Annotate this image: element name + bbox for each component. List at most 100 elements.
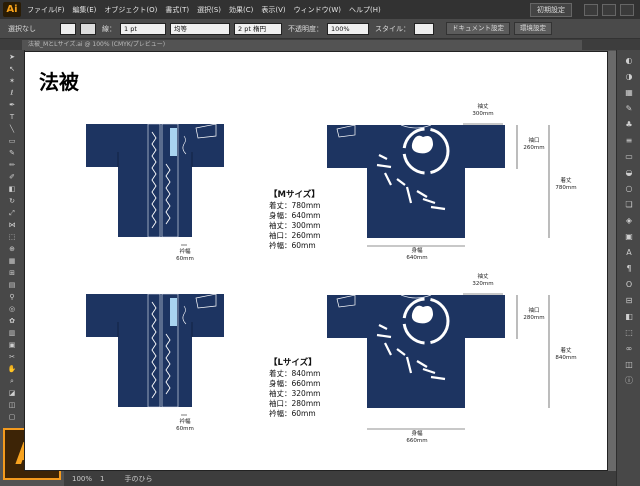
artboards-panel-icon[interactable]: ▣ — [622, 230, 636, 242]
graph-tool-icon[interactable]: ▥ — [5, 329, 19, 338]
gradient-panel-icon[interactable]: ▭ — [622, 150, 636, 162]
transform-panel-icon[interactable]: ⬚ — [622, 326, 636, 338]
current-tool-status[interactable]: 手のひら — [124, 474, 152, 484]
stroke-weight-select[interactable]: 1 pt — [120, 22, 166, 35]
stroke-swatch[interactable] — [80, 22, 96, 35]
direct-selection-tool-icon[interactable]: ↖ — [5, 65, 19, 74]
lasso-tool-icon[interactable]: ℓ — [5, 89, 19, 98]
eyedropper-tool-icon[interactable]: ⚲ — [5, 293, 19, 302]
rectangle-tool-icon[interactable]: ▭ — [5, 137, 19, 146]
symbol-sprayer-tool-icon[interactable]: ✿ — [5, 317, 19, 326]
artboard-number[interactable]: 1 — [100, 475, 104, 483]
style-swatch[interactable] — [414, 22, 434, 35]
l-spec-line: 衿幅：60mm — [269, 409, 316, 418]
shape-builder-tool-icon[interactable]: ⊕ — [5, 245, 19, 254]
menu-select[interactable]: 選択(S) — [197, 5, 221, 15]
info-panel-icon[interactable]: ⓘ — [622, 374, 636, 386]
blend-tool-icon[interactable]: ◎ — [5, 305, 19, 314]
selection-tool-icon[interactable]: ➤ — [5, 53, 19, 62]
vertical-scrollbar[interactable] — [608, 51, 616, 471]
color-panel-icon[interactable]: ◐ — [622, 54, 636, 66]
fill-stroke-icon[interactable]: ◪ — [5, 389, 19, 398]
menu-object[interactable]: オブジェクト(O) — [104, 5, 157, 15]
opentype-panel-icon[interactable]: O — [622, 278, 636, 290]
graphic-styles-icon[interactable]: ❏ — [622, 198, 636, 210]
preferences-button[interactable]: 環境設定 — [514, 22, 552, 35]
brushes-panel-icon[interactable]: ✎ — [622, 102, 636, 114]
window-controls: 初期設定 — [530, 3, 634, 17]
screen-mode-icon[interactable]: ▢ — [5, 413, 19, 422]
links-panel-icon[interactable]: ∞ — [622, 342, 636, 354]
appearance-panel-icon[interactable]: ○ — [622, 182, 636, 194]
artboard: 法被 衿幅 60mm 袖丈 300mm 袖口 260mm 着丈 780mm 身幅… — [24, 51, 608, 471]
transparency-panel-icon[interactable]: ◒ — [622, 166, 636, 178]
menu-type[interactable]: 書式(T) — [165, 5, 189, 15]
free-transform-tool-icon[interactable]: ⬚ — [5, 233, 19, 242]
mesh-tool-icon[interactable]: ⊞ — [5, 269, 19, 278]
align-panel-icon[interactable]: ⊟ — [622, 294, 636, 306]
l-cuff-name: 袖口 — [528, 308, 540, 314]
m-spec-line: 袖丈：300mm — [269, 221, 321, 230]
magic-wand-tool-icon[interactable]: ✶ — [5, 77, 19, 86]
minimize-button[interactable] — [584, 4, 598, 16]
l-spec-line: 袖丈：320mm — [269, 389, 321, 398]
tools-panel: ➤ ↖ ✶ ℓ ✒ T ╲ ▭ ✎ ✏ ✐ ◧ ↻ ⤢ ⋈ ⬚ ⊕ ▦ ⊞ ▤ … — [0, 50, 25, 430]
blob-brush-tool-icon[interactable]: ✐ — [5, 173, 19, 182]
swatches-panel-icon[interactable]: ▦ — [622, 86, 636, 98]
l-body-width-name: 身幅 — [411, 431, 423, 437]
character-panel-icon[interactable]: A — [622, 246, 636, 258]
m-sleeve-length-value: 300mm — [472, 111, 494, 117]
menu-view[interactable]: 表示(V) — [261, 5, 285, 15]
width-tool-icon[interactable]: ⋈ — [5, 221, 19, 230]
slice-tool-icon[interactable]: ✂ — [5, 353, 19, 362]
menu-effect[interactable]: 効果(C) — [229, 5, 253, 15]
line-tool-icon[interactable]: ╲ — [5, 125, 19, 134]
pathfinder-panel-icon[interactable]: ◧ — [622, 310, 636, 322]
m-body-width-name: 身幅 — [411, 248, 423, 254]
paragraph-panel-icon[interactable]: ¶ — [622, 262, 636, 274]
fill-swatch[interactable] — [60, 22, 76, 35]
close-button[interactable] — [620, 4, 634, 16]
maximize-button[interactable] — [602, 4, 616, 16]
l-sleeve-length-value: 320mm — [472, 281, 494, 287]
m-size-spec: 【Mサイズ】 着丈：780mm 身幅：640mm 袖丈：300mm 袖口：260… — [269, 190, 320, 251]
m-cuff-value: 260mm — [523, 145, 545, 151]
paintbrush-tool-icon[interactable]: ✎ — [5, 149, 19, 158]
stroke-label[interactable]: 線： — [102, 24, 116, 34]
type-tool-icon[interactable]: T — [5, 113, 19, 122]
zoom-tool-icon[interactable]: ⌕ — [5, 377, 19, 386]
color-guide-icon[interactable]: ◑ — [622, 70, 636, 82]
app-logo: Ai — [3, 2, 21, 17]
brush-select[interactable]: 2 pt 楕円 — [234, 22, 282, 35]
control-bar: 選択なし 線： 1 pt 均等 2 pt 楕円 不透明度： 100% スタイル：… — [0, 19, 640, 39]
hand-tool-icon[interactable]: ✋ — [5, 365, 19, 374]
workspace-switcher[interactable]: 初期設定 — [530, 3, 572, 17]
layers-panel-icon[interactable]: ◈ — [622, 214, 636, 226]
eraser-tool-icon[interactable]: ◧ — [5, 185, 19, 194]
menu-window[interactable]: ウィンドウ(W) — [294, 5, 341, 15]
scale-tool-icon[interactable]: ⤢ — [5, 209, 19, 218]
stroke-profile-select[interactable]: 均等 — [170, 22, 230, 35]
menu-help[interactable]: ヘルプ(H) — [349, 5, 381, 15]
drawing-mode-icon[interactable]: ◫ — [5, 401, 19, 410]
menu-file[interactable]: ファイル(F) — [27, 5, 65, 15]
pencil-tool-icon[interactable]: ✏ — [5, 161, 19, 170]
symbols-panel-icon[interactable]: ♣ — [622, 118, 636, 130]
document-tab[interactable]: 法被_MとLサイズ.ai @ 100% (CMYK/プレビュー) — [22, 40, 582, 50]
zoom-level[interactable]: 100% — [72, 475, 92, 483]
rotate-tool-icon[interactable]: ↻ — [5, 197, 19, 206]
menu-edit[interactable]: 編集(E) — [73, 5, 97, 15]
menu-bar: Ai ファイル(F) 編集(E) オブジェクト(O) 書式(T) 選択(S) 効… — [0, 0, 640, 19]
pen-tool-icon[interactable]: ✒ — [5, 101, 19, 110]
opacity-label[interactable]: 不透明度： — [288, 24, 323, 34]
gradient-tool-icon[interactable]: ▤ — [5, 281, 19, 290]
perspective-grid-tool-icon[interactable]: ▦ — [5, 257, 19, 266]
m-collar-width-label: 衿幅 60mm — [167, 249, 203, 263]
artboard-tool-icon[interactable]: ▣ — [5, 341, 19, 350]
stroke-panel-icon[interactable]: ≡ — [622, 134, 636, 146]
document-settings-button[interactable]: ドキュメント設定 — [446, 22, 510, 35]
navigator-panel-icon[interactable]: ◫ — [622, 358, 636, 370]
l-length-label: 着丈 840mm — [551, 348, 581, 362]
opacity-input[interactable]: 100% — [327, 22, 369, 35]
m-length-value: 780mm — [555, 185, 577, 191]
